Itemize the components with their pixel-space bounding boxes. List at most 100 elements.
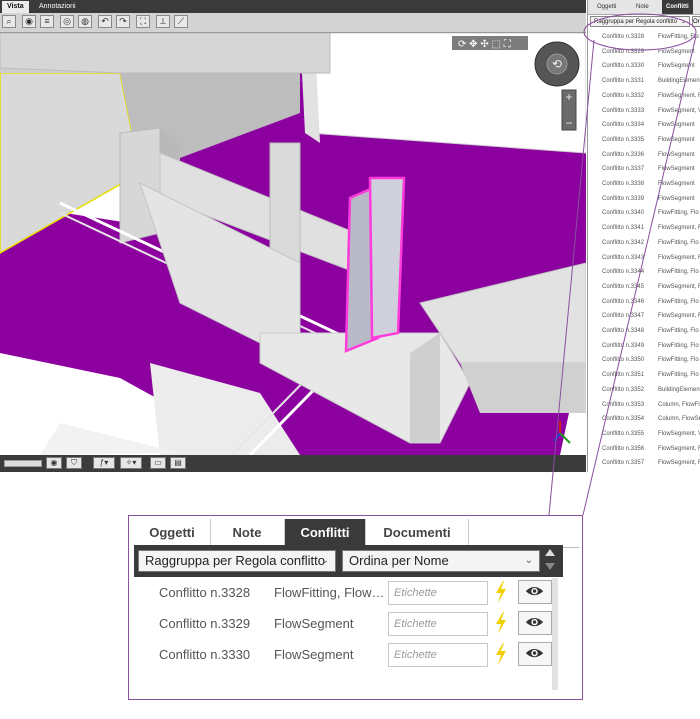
conflict-name: Conflitto n.3346 bbox=[602, 298, 645, 305]
tab-note[interactable]: Note bbox=[636, 0, 649, 14]
list-item[interactable]: Conflitto n.3328 FlowFitting, FlowS... Eti… bbox=[134, 577, 564, 608]
tab-conflitti[interactable]: Conflitti bbox=[662, 0, 693, 14]
conflict-type: Column, FlowSe bbox=[658, 416, 700, 423]
list-item[interactable]: Conflitto n.3338 FlowSegment bbox=[602, 177, 700, 191]
list-item[interactable]: Conflitto n.3329 FlowSegment Etichette bbox=[134, 608, 564, 639]
list-item[interactable]: Conflitto n.3347 FlowSegment, F bbox=[602, 309, 700, 323]
undo-icon[interactable]: ↶ bbox=[98, 15, 112, 28]
tags-field[interactable]: Etichette bbox=[388, 581, 488, 605]
list-item[interactable]: Conflitto n.3328 FlowFitting, Flo bbox=[602, 30, 700, 44]
select-icon[interactable]: ⌕ bbox=[2, 15, 16, 28]
list-item[interactable]: Conflitto n.3346 FlowFitting, Flo bbox=[602, 295, 700, 309]
list-item[interactable]: Conflitto n.3351 FlowFitting, Flo bbox=[602, 368, 700, 382]
tags-field[interactable]: Etichette bbox=[388, 612, 488, 636]
eye-icon[interactable] bbox=[518, 580, 552, 604]
conflict-name: Conflitto n.3352 bbox=[602, 386, 645, 393]
list-item[interactable]: Conflitto n.3332 FlowSegment, F bbox=[602, 89, 700, 103]
model-scene[interactable]: ⟲ + − ⟳ ✥ ✣ ⬚ ⛶ bbox=[0, 33, 586, 455]
list-item[interactable]: Conflitto n.3348 FlowFitting, Flo bbox=[602, 324, 700, 338]
lightning-icon[interactable] bbox=[494, 642, 508, 666]
measure-icon[interactable]: ⟋ bbox=[174, 15, 188, 28]
list-item[interactable]: Conflitto n.3357 FlowSegment, F bbox=[602, 456, 700, 470]
list-item[interactable]: Conflitto n.3333 FlowSegment, V bbox=[602, 104, 700, 118]
conflict-name: Conflitto n.3333 bbox=[602, 107, 645, 114]
list-item[interactable]: Conflitto n.3339 FlowSegment bbox=[602, 192, 700, 206]
tab-oggetti[interactable]: Oggetti bbox=[134, 519, 211, 547]
redo-icon[interactable]: ↷ bbox=[116, 15, 130, 28]
list-item[interactable]: Conflitto n.3340 FlowFitting, Flo bbox=[602, 206, 700, 220]
svg-text:⟳ ✥ ✣ ⬚ ⛶: ⟳ ✥ ✣ ⬚ ⛶ bbox=[458, 39, 512, 50]
list-item[interactable]: Conflitto n.3342 FlowFitting, Flo bbox=[602, 236, 700, 250]
conflict-name: Conflitto n.3331 bbox=[602, 78, 645, 85]
conflict-type: FlowSegment bbox=[658, 48, 695, 55]
list-item[interactable]: Conflitto n.3334 FlowSegment bbox=[602, 118, 700, 132]
tab-oggetti[interactable]: Oggetti bbox=[597, 0, 616, 14]
list-item[interactable]: Conflitto n.3335 FlowSegment bbox=[602, 133, 700, 147]
sort-by-select[interactable]: Ordina per Nome ⌄ bbox=[342, 550, 540, 572]
tab-documenti[interactable]: Documenti bbox=[366, 519, 469, 547]
section-icon[interactable]: ⟂ bbox=[156, 15, 170, 28]
scrollbar[interactable] bbox=[552, 578, 558, 690]
conflict-name: Conflitto n.3336 bbox=[602, 151, 645, 158]
render-icon[interactable]: ◍ bbox=[78, 15, 92, 28]
list-item[interactable]: Conflitto n.3356 FlowSegment, F bbox=[602, 442, 700, 456]
sort-descending-icon[interactable] bbox=[545, 563, 555, 570]
list-item[interactable]: Conflitto n.3345 FlowSegment, F bbox=[602, 280, 700, 294]
group-by-select[interactable]: Raggruppa per Regola conflitto ⌄ bbox=[590, 16, 690, 27]
tab-annotazioni[interactable]: Annotazioni bbox=[34, 1, 81, 13]
tags-field[interactable]: Etichette bbox=[388, 643, 488, 667]
conflict-type: FlowSegment bbox=[658, 195, 695, 202]
fit-view-icon[interactable]: ⛶ bbox=[136, 15, 150, 28]
list-item[interactable]: Conflitto n.3329 FlowSegment bbox=[602, 45, 700, 59]
list-item[interactable]: Conflitto n.3330 FlowSegment bbox=[602, 59, 700, 73]
eye-icon[interactable] bbox=[518, 611, 552, 635]
tools-icon[interactable]: ✧▾ bbox=[120, 457, 142, 469]
sort-by-select[interactable]: Or bbox=[692, 16, 700, 27]
tab-vista[interactable]: Vista bbox=[2, 1, 29, 13]
list-item[interactable]: Conflitto n.3353 Column, FlowFitt bbox=[602, 398, 700, 412]
conflict-name: Conflitto n.3354 bbox=[602, 416, 645, 423]
conflict-name: Conflitto n.3334 bbox=[602, 122, 645, 129]
list-item[interactable]: Conflitto n.3355 FlowSegment, V bbox=[602, 427, 700, 441]
document-icon[interactable]: ▤ bbox=[170, 457, 186, 469]
camera-icon[interactable]: ◎ bbox=[60, 15, 74, 28]
layers-icon[interactable]: ≡ bbox=[40, 15, 54, 28]
conflict-list: Conflitto n.3328 FlowFitting, FlowS... Eti… bbox=[134, 577, 564, 695]
conflict-type: FlowFitting, Flo bbox=[658, 239, 699, 246]
model-viewer[interactable]: Vista Annotazioni ⌕ ◉ ≡ ◎ ◍ ↶ ↷ ⛶ ⟂ ⟋ ⟲ … bbox=[0, 0, 586, 472]
conflict-type: FlowSegment, F bbox=[658, 254, 700, 261]
chevron-down-icon: ⌄ bbox=[320, 555, 329, 566]
list-item[interactable]: Conflitto n.3343 FlowSegment, F bbox=[602, 251, 700, 265]
conflict-name: Conflitto n.3342 bbox=[602, 239, 645, 246]
list-item[interactable]: Conflitto n.3330 FlowSegment Etichette bbox=[134, 639, 564, 670]
lightning-icon[interactable] bbox=[494, 611, 508, 635]
comment-icon[interactable]: ▭ bbox=[150, 457, 166, 469]
list-item[interactable]: Conflitto n.3352 BuildingElement bbox=[602, 383, 700, 397]
shield-icon[interactable]: ⛉ bbox=[66, 457, 82, 469]
view-icon[interactable]: ◉ bbox=[22, 15, 36, 28]
list-item[interactable]: Conflitto n.3354 Column, FlowSe bbox=[602, 412, 700, 426]
filter-icon[interactable]: ƒ▾ bbox=[93, 457, 115, 469]
list-item[interactable]: Conflitto n.3341 FlowSegment, F bbox=[602, 221, 700, 235]
list-item[interactable]: Conflitto n.3336 FlowSegment bbox=[602, 148, 700, 162]
tab-conflitti[interactable]: Conflitti bbox=[285, 519, 366, 547]
eye-icon[interactable]: ◉ bbox=[46, 457, 62, 469]
list-item[interactable]: Conflitto n.3350 FlowFitting, Flo bbox=[602, 353, 700, 367]
sort-ascending-icon[interactable] bbox=[545, 549, 555, 556]
list-item[interactable]: Conflitto n.3349 FlowFitting, Flo bbox=[602, 339, 700, 353]
eye-icon[interactable] bbox=[518, 642, 552, 666]
viewer-bottom-bar: ◉ ⛉ ƒ▾ ✧▾ ▭ ▤ bbox=[0, 455, 586, 472]
list-item[interactable]: Conflitto n.3331 BuildingElement bbox=[602, 74, 700, 88]
opacity-slider[interactable] bbox=[4, 460, 42, 467]
callout-tabs: Oggetti Note Conflitti Documenti bbox=[134, 519, 579, 548]
conflict-type: FlowSegment bbox=[274, 647, 354, 662]
lightning-icon[interactable] bbox=[494, 580, 508, 604]
conflict-type: FlowSegment bbox=[658, 166, 695, 173]
list-item[interactable]: Conflitto n.3337 FlowSegment bbox=[602, 162, 700, 176]
group-by-select[interactable]: Raggruppa per Regola conflitto ⌄ bbox=[138, 550, 336, 572]
conflict-name: Conflitto n.3328 bbox=[159, 585, 251, 600]
conflict-type: BuildingElement bbox=[658, 386, 700, 393]
tab-note[interactable]: Note bbox=[210, 519, 285, 547]
list-item[interactable]: Conflitto n.3344 FlowFitting, Flo bbox=[602, 265, 700, 279]
right-panel-tabs: Oggetti Note Conflitti bbox=[588, 0, 700, 15]
